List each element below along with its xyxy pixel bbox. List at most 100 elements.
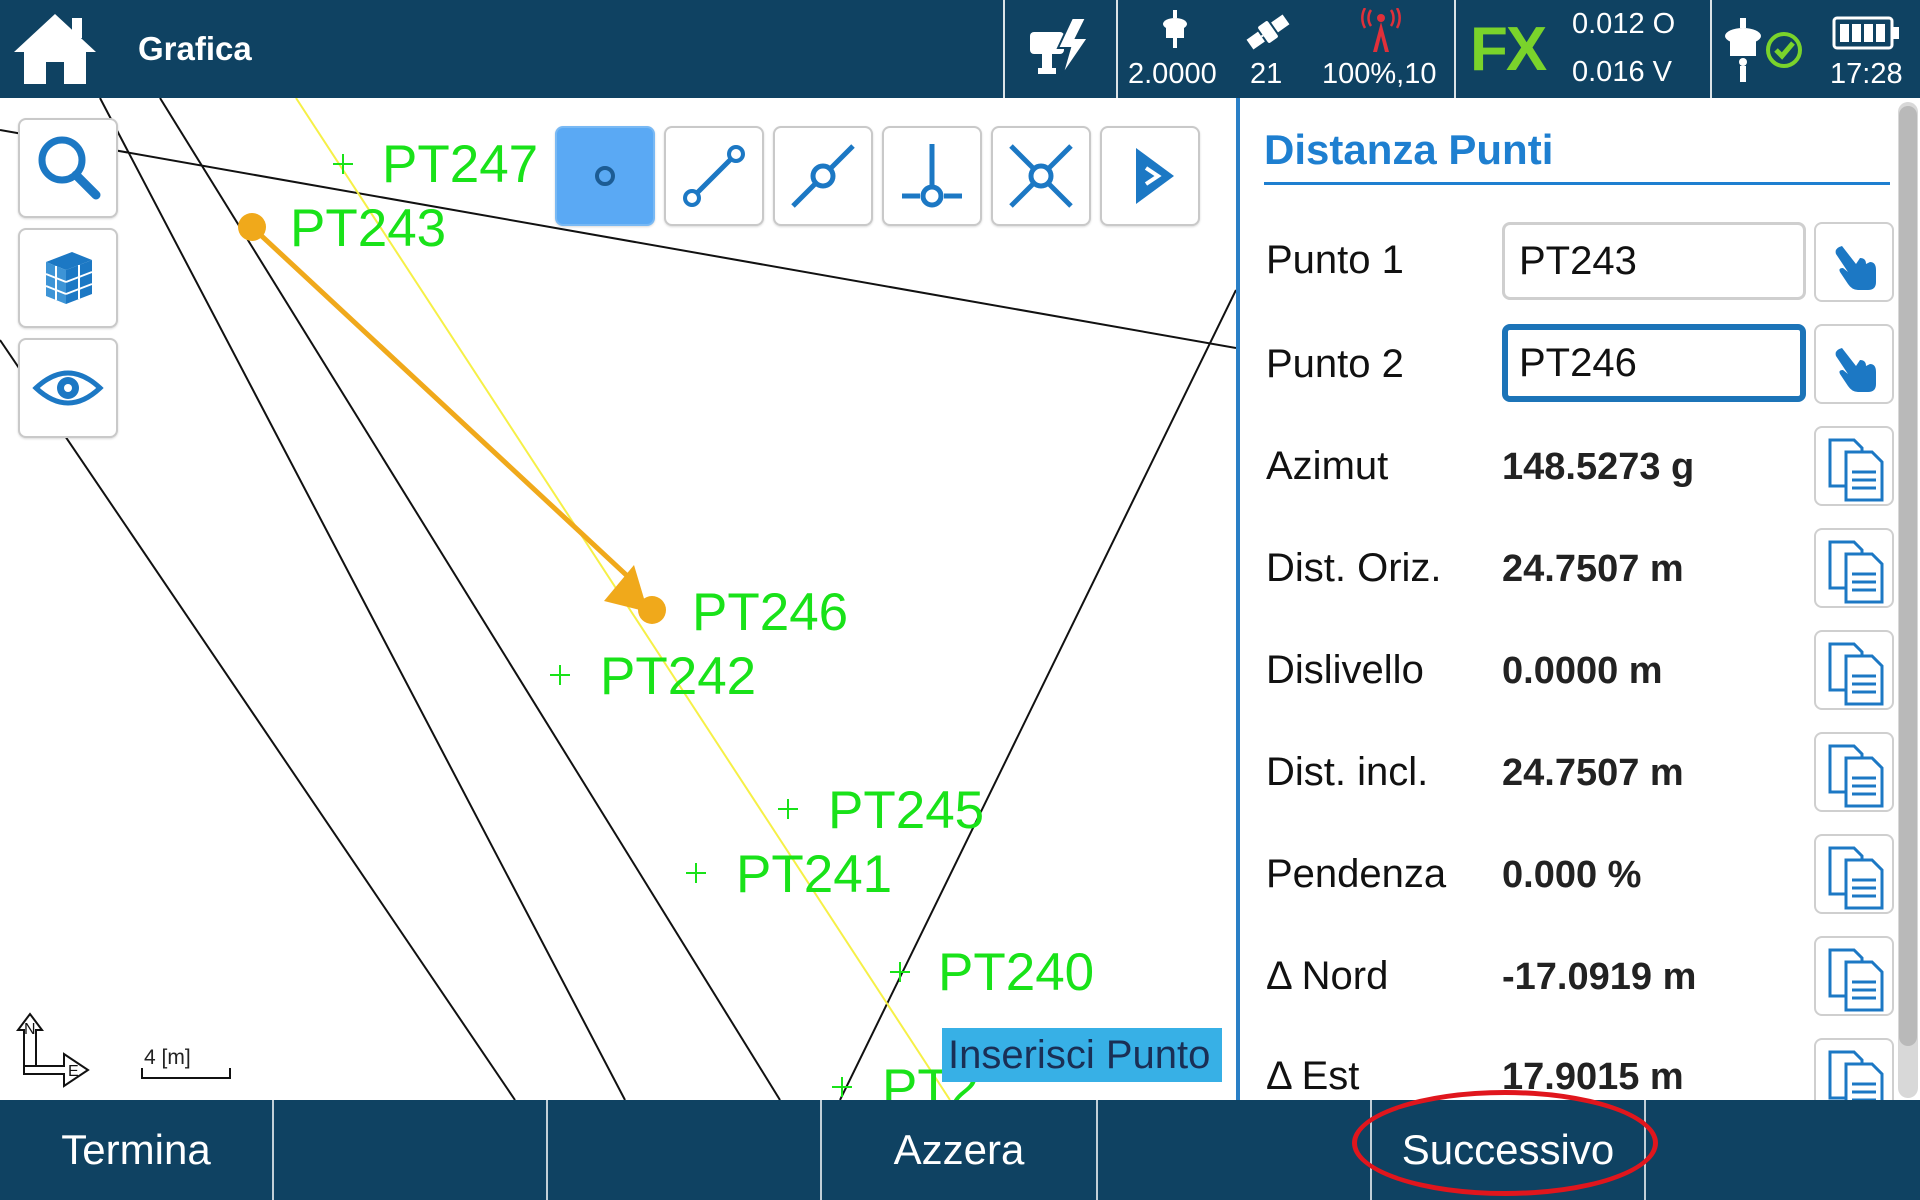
- title-divider: [1264, 182, 1890, 185]
- copy-icon: [1828, 1050, 1884, 1100]
- punto1-field[interactable]: PT243: [1502, 222, 1806, 300]
- pick-punto1-button[interactable]: [1814, 222, 1894, 302]
- delta-nord-value: -17.0919 m: [1502, 956, 1697, 998]
- copy-icon: [1828, 948, 1884, 1012]
- dist-incl-value: 24.7507 m: [1502, 752, 1684, 794]
- antenna-height: 2.0000: [1128, 58, 1217, 90]
- point-label: PT242: [600, 647, 756, 706]
- clock: 17:28: [1830, 58, 1903, 90]
- azzera-button[interactable]: Azzera: [822, 1100, 1096, 1200]
- zoom-button[interactable]: [18, 118, 118, 218]
- copy-azimut-button[interactable]: [1814, 426, 1894, 506]
- pendenza-label: Pendenza: [1266, 852, 1447, 896]
- azimut-label: Azimut: [1266, 444, 1389, 488]
- delta-est-value: 17.9015 m: [1502, 1056, 1684, 1098]
- delta-est-label: Δ Est: [1266, 1054, 1360, 1098]
- dislivello-label: Dislivello: [1266, 648, 1424, 692]
- satellite-count: 21: [1250, 58, 1283, 90]
- hand-pointer-icon: [1835, 348, 1876, 392]
- precision-vertical: 0.016 V: [1572, 56, 1672, 88]
- next-tool-button[interactable]: [1100, 126, 1200, 226]
- divider: [1710, 0, 1712, 98]
- battery-icon: [1832, 16, 1902, 57]
- panel-title: Distanza Punti: [1264, 126, 1554, 173]
- visibility-button[interactable]: [18, 338, 118, 438]
- map-drawing: PT247 PT243 PT246 PT242 PT245 PT241 PT24…: [0, 98, 1236, 1100]
- panel-scrollbar[interactable]: [1898, 102, 1918, 1098]
- point-on-line-icon: [791, 144, 855, 208]
- home-icon[interactable]: [10, 8, 100, 90]
- east-label: E: [68, 1063, 79, 1080]
- line-segment-icon: [683, 145, 745, 207]
- copy-delta-nord-button[interactable]: [1814, 936, 1894, 1016]
- dist-incl-label: Dist. incl.: [1266, 750, 1429, 794]
- layers-button[interactable]: [18, 228, 118, 328]
- eye-icon: [32, 370, 104, 406]
- pick-punto2-button[interactable]: [1814, 324, 1894, 404]
- search-icon: [38, 136, 101, 200]
- copy-icon: [1828, 438, 1884, 502]
- empty-button[interactable]: [548, 1100, 820, 1200]
- point-icon: [595, 166, 615, 186]
- copy-dist-oriz-button[interactable]: [1814, 528, 1894, 608]
- copy-pendenza-button[interactable]: [1814, 834, 1894, 914]
- pendenza-value: 0.000 %: [1502, 854, 1642, 896]
- point-label: PT247: [382, 135, 538, 194]
- perpendicular-tool-button[interactable]: [882, 126, 982, 226]
- play-arrow-icon: [1136, 148, 1174, 204]
- copy-icon: [1828, 846, 1884, 910]
- divider: [1116, 0, 1118, 98]
- hand-pointer-icon: [1835, 246, 1876, 290]
- point-label: PT243: [290, 199, 446, 258]
- copy-icon: [1828, 642, 1884, 706]
- dislivello-value: 0.0000 m: [1502, 650, 1663, 692]
- dist-oriz-value: 24.7507 m: [1502, 548, 1684, 590]
- top-bar: Grafica 2.0000 21 100%,10 FX 0.012 O 0.0…: [0, 0, 1920, 98]
- insert-point-hint[interactable]: Inserisci Punto: [942, 1028, 1222, 1082]
- successivo-button[interactable]: Successivo: [1372, 1100, 1644, 1200]
- point-label: PT245: [828, 781, 984, 840]
- page-title: Grafica: [138, 30, 252, 67]
- divider: [1454, 0, 1456, 98]
- copy-dislivello-button[interactable]: [1814, 630, 1894, 710]
- punto2-label: Punto 2: [1266, 342, 1404, 386]
- bottom-bar: Termina Azzera Successivo: [0, 1100, 1920, 1200]
- scale-label: 4 [m]: [144, 1046, 191, 1069]
- north-label: N: [24, 1021, 36, 1038]
- scroll-thumb[interactable]: [1899, 106, 1917, 1046]
- empty-button[interactable]: [1098, 1100, 1370, 1200]
- copy-icon: [1828, 744, 1884, 808]
- point-label: PT240: [938, 943, 1094, 1002]
- divider: [1003, 0, 1005, 98]
- antenna-icon: [1160, 10, 1190, 55]
- fix-status-badge: FX: [1470, 15, 1547, 84]
- copy-delta-est-button[interactable]: [1814, 1038, 1894, 1100]
- point-label: PT246: [692, 583, 848, 642]
- copy-icon: [1828, 540, 1884, 604]
- intersection-tool-button[interactable]: [991, 126, 1091, 226]
- dist-oriz-label: Dist. Oriz.: [1266, 546, 1442, 590]
- punto1-label: Punto 1: [1266, 238, 1404, 282]
- signal-strength: 100%,10: [1322, 58, 1437, 90]
- azimut-value: 148.5273 g: [1502, 446, 1695, 488]
- perpendicular-icon: [902, 144, 962, 208]
- empty-button[interactable]: [1646, 1100, 1920, 1200]
- point-tool-button[interactable]: [555, 126, 655, 226]
- point-label: PT241: [736, 845, 892, 904]
- distance-panel: Distanza Punti Punto 1 PT243 Punto 2 PT2…: [1236, 98, 1920, 1100]
- punto2-field[interactable]: PT246: [1502, 324, 1806, 402]
- receiver-power-icon[interactable]: [1026, 14, 1096, 89]
- intersection-icon: [1009, 144, 1073, 208]
- precision-horizontal: 0.012 O: [1572, 8, 1676, 40]
- empty-button[interactable]: [274, 1100, 546, 1200]
- receiver-connected-icon[interactable]: [1722, 16, 1812, 91]
- termina-button[interactable]: Termina: [0, 1100, 272, 1200]
- line-tool-button[interactable]: [664, 126, 764, 226]
- signal-tower-icon: [1356, 7, 1406, 59]
- delta-nord-label: Δ Nord: [1266, 954, 1389, 998]
- map-canvas[interactable]: PT247 PT243 PT246 PT242 PT245 PT241 PT24…: [0, 98, 1236, 1100]
- cube-layers-icon: [45, 252, 93, 304]
- line-point-tool-button[interactable]: [773, 126, 873, 226]
- satellite-icon: [1244, 10, 1292, 59]
- copy-dist-incl-button[interactable]: [1814, 732, 1894, 812]
